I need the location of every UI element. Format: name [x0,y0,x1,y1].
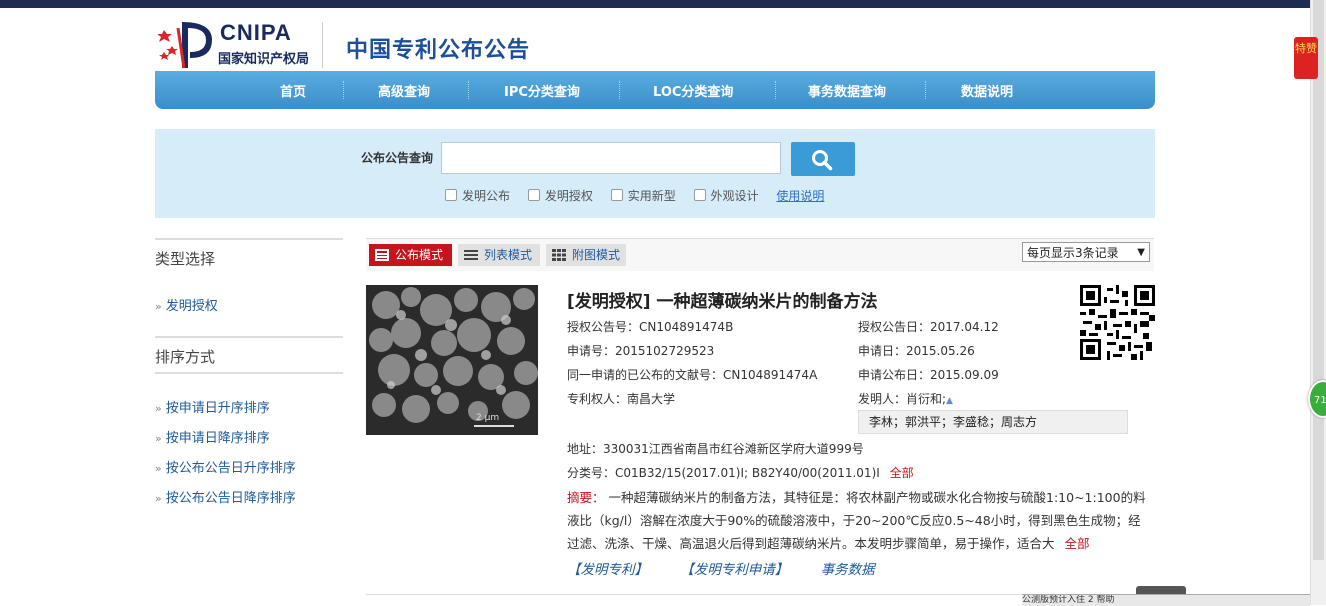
search-label: 公布公告查询 [361,151,434,165]
cnipa-logo[interactable]: CNIPA 国家知识产权局 [158,16,324,72]
dropdown-arrow-icon: ▼ [1137,247,1145,258]
nav-separator [775,81,776,99]
checkbox[interactable] [445,189,457,201]
mode-image[interactable]: 附图模式 [546,244,626,266]
qr-code [1080,285,1155,360]
type-heading: 类型选择 [155,238,343,276]
nav-separator [925,81,926,99]
filter-invention-publication[interactable]: 发明公布 [445,187,510,204]
scale-label: 2 μm [476,413,500,423]
inventor[interactable]: 发明人：肖衍和;▲ [858,390,953,407]
sidebar: 类型选择 » 发明授权 排序方式 » 按申请日升序排序 » 按申请日降序排序 » 按公布… [155,238,343,514]
invention-patent-link[interactable]: 【发明专利】 [567,562,648,578]
abstract-label: 摘要： [567,490,605,505]
header-divider [322,22,323,68]
publication-date: 申请公布日：2015.09.09 [858,368,999,382]
double-arrow-icon: » [155,300,162,313]
checkbox[interactable] [610,189,623,201]
patent-thumbnail[interactable]: 2 μm [366,285,538,435]
same-application-publication: 同一申请的已公布的文献号：CN104891474A [567,368,818,382]
grid-icon [552,249,566,261]
qr-code-icon [1080,285,1155,360]
per-page-select[interactable]: 每页显示3条记录 ▼ [1022,242,1150,262]
logo-text-cn: 国家知识产权局 [218,52,310,67]
list-icon [464,250,478,260]
search-panel: 公布公告查询 发明公布 发明授权 实用新型 外观设计 使用说明 [155,129,1155,218]
nav-separator [343,81,344,99]
double-arrow-icon: » [155,432,162,445]
sort-app-date-desc[interactable]: » 按申请日降序排序 [155,424,343,454]
transaction-data-link[interactable]: 事务数据 [821,562,875,578]
application-date: 申请日：2015.05.26 [858,344,975,358]
site-header: CNIPA 国家知识产权局 中国专利公布公告 [0,8,1310,70]
mode-list[interactable]: 列表模式 [458,244,540,266]
collapse-up-icon[interactable]: ▲ [946,396,953,406]
sort-pub-date-asc[interactable]: » 按公布公告日升序排序 [155,454,343,484]
sort-heading: 排序方式 [155,336,343,374]
classification: 分类号：C01B32/15(2017.01)I; B82Y40/00(2011.… [567,466,914,480]
abstract: 摘要： 一种超薄碳纳米片的制备方法，其特征是：将农林副产物或碳水化合物按与硫酸1… [567,486,1151,555]
abstract-all-link[interactable]: 全部 [1065,536,1090,551]
record-title[interactable]: [发明授权] 一种超薄碳纳米片的制备方法 [567,287,877,312]
search-input[interactable] [441,142,781,174]
classification-all-link[interactable]: 全部 [890,466,914,480]
main-nav: 首页 高级查询 IPC分类查询 LOC分类查询 事务数据查询 数据说明 [155,71,1155,109]
double-arrow-icon: » [155,402,162,415]
logo-text-en: CNIPA [220,20,292,45]
taskbar: 公测版预计入住 2 帮助 [1022,594,1310,606]
filter-design[interactable]: 外观设计 [693,187,759,204]
search-icon [812,150,833,171]
application-number: 申请号：2015102729523 [567,344,715,358]
type-item-invention-grant[interactable]: » 发明授权 [155,292,343,322]
search-filters: 发明公布 发明授权 实用新型 外观设计 使用说明 [445,187,824,204]
filter-utility-model[interactable]: 实用新型 [610,187,676,204]
search-button[interactable] [791,142,855,176]
top-bar [0,0,1310,8]
taskbar-tab[interactable] [1136,586,1186,594]
inventors-expanded: 李林；郭洪平；李盛稔；周志方 [858,410,1128,434]
record-actions: 【发明专利】 【发明专利申请】 事务数据 [567,558,903,578]
nav-separator [468,81,469,99]
double-arrow-icon: » [155,462,162,475]
abstract-text: 一种超薄碳纳米片的制备方法，其特征是：将农林副产物或碳水化合物按与硫酸1:10~… [567,490,1146,551]
sort-pub-date-desc[interactable]: » 按公布公告日降序排序 [155,484,343,514]
view-mode-bar: 公布模式 列表模式 附图模式 每页显示3条记录 ▼ [366,238,1154,271]
mode-publication[interactable]: 公布模式 [369,244,452,266]
page-scrollbar[interactable] [1310,0,1326,605]
scale-bar [474,425,514,427]
nav-advanced-search[interactable]: 高级查询 [378,81,430,100]
nav-home[interactable]: 首页 [280,81,306,100]
invention-application-link[interactable]: 【发明专利申请】 [680,562,788,578]
address: 地址：330031江西省南昌市红谷滩新区学府大道999号 [567,442,864,456]
scrollbar-thumb[interactable] [1313,0,1324,560]
nav-separator [619,81,620,99]
nav-loc-search[interactable]: LOC分类查询 [653,81,733,100]
document-icon [375,249,389,261]
site-title: 中国专利公布公告 [346,38,531,63]
checkbox[interactable] [693,189,706,201]
checkbox[interactable] [527,189,540,201]
fav-tab[interactable]: 特赞 [1294,37,1318,79]
nav-transaction-search[interactable]: 事务数据查询 [808,81,886,100]
patentee: 专利权人：南昌大学 [567,392,676,406]
nav-data-description[interactable]: 数据说明 [961,81,1013,100]
nav-ipc-search[interactable]: IPC分类查询 [504,81,580,100]
double-arrow-icon: » [155,492,162,505]
filter-invention-grant[interactable]: 发明授权 [527,187,593,204]
grant-date: 授权公告日：2017.04.12 [858,320,999,334]
cnipa-emblem-icon [158,22,212,69]
sem-image [366,285,538,435]
sort-app-date-asc[interactable]: » 按申请日升序排序 [155,394,343,424]
usage-help-link[interactable]: 使用说明 [776,189,824,203]
grant-number: 授权公告号：CN104891474B [567,320,734,334]
